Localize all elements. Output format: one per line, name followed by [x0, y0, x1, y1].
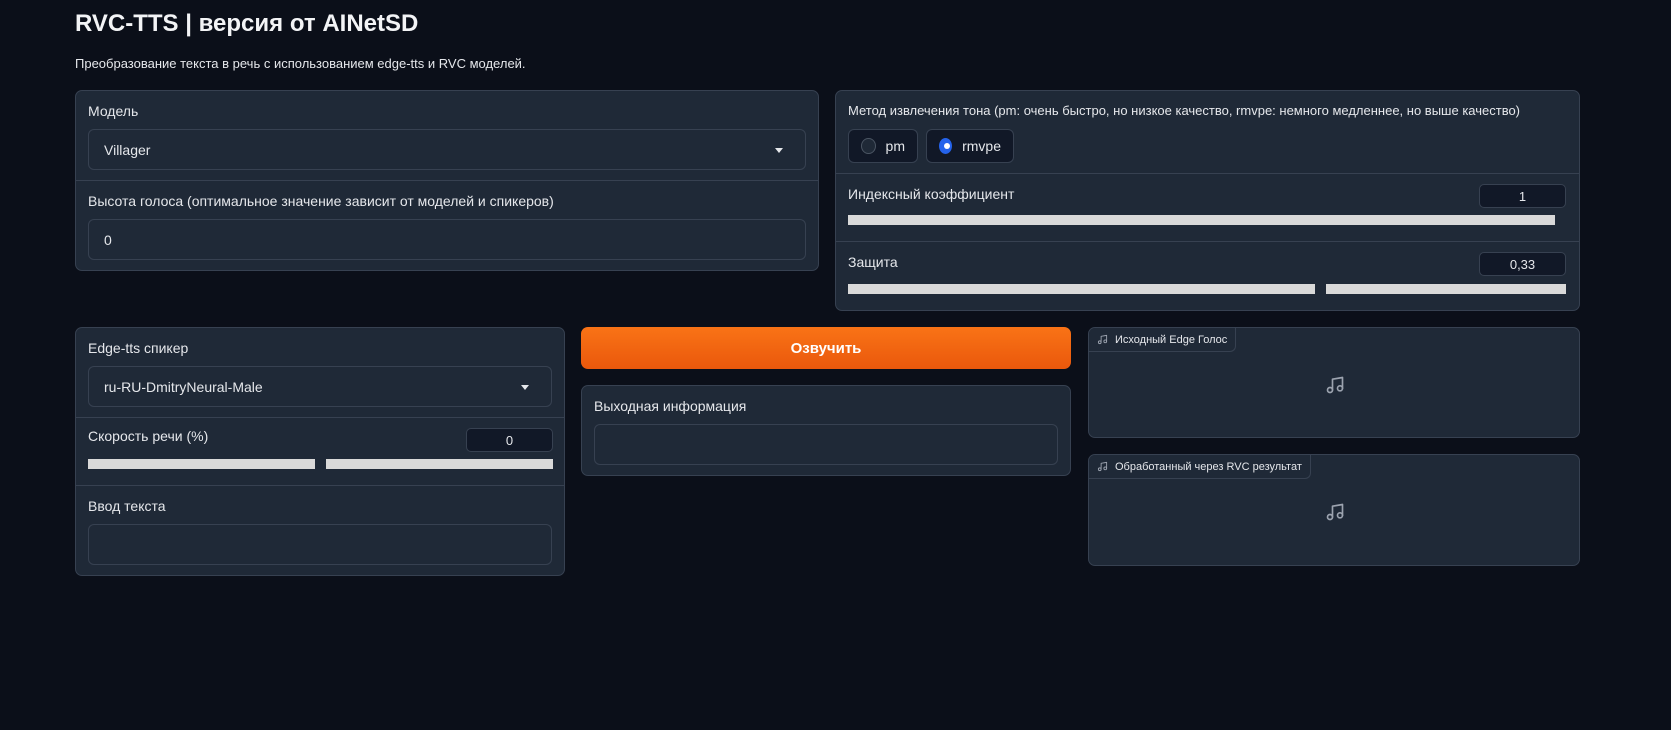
pitch-block: Высота голоса (оптимальное значение зави… — [76, 181, 818, 270]
speed-block: Скорость речи (%) 0 — [76, 418, 564, 486]
speaker-dropdown-value: ru-RU-DmitryNeural-Male — [104, 378, 263, 395]
speed-number-input[interactable]: 0 — [466, 428, 553, 452]
protect-block: Защита 0,33 — [836, 242, 1579, 310]
chevron-down-icon — [521, 385, 529, 390]
audio-edge-panel: Исходный Edge Голос — [1088, 327, 1580, 438]
radio-rmvpe-label: rmvpe — [962, 138, 1001, 154]
model-settings-panel: Модель Villager Высота голоса (оптимальн… — [75, 90, 819, 271]
audio-rvc-panel: Обработанный через RVC результат — [1088, 454, 1580, 566]
output-info-label: Выходная информация — [594, 398, 747, 414]
protect-slider-remaining[interactable] — [1326, 284, 1566, 294]
protect-label: Защита — [848, 254, 898, 270]
radio-pm[interactable]: pm — [848, 129, 918, 163]
chevron-down-icon — [775, 148, 783, 153]
audio-edge-label: Исходный Edge Голос — [1115, 333, 1228, 346]
music-note-icon — [1097, 334, 1108, 345]
audio-rvc-tag: Обработанный через RVC результат — [1089, 455, 1311, 479]
protect-slider-filled[interactable] — [848, 284, 1315, 294]
text-input-block: Ввод текста — [76, 486, 564, 575]
output-info-field[interactable] — [594, 424, 1058, 465]
speaker-label: Edge-tts спикер — [88, 340, 189, 356]
speed-slider-filled[interactable] — [88, 459, 315, 469]
speed-label: Скорость речи (%) — [88, 428, 209, 444]
page-subtitle: Преобразование текста в речь с использов… — [75, 56, 526, 71]
output-info-panel: Выходная информация — [581, 385, 1071, 476]
tts-input-panel: Edge-tts спикер ru-RU-DmitryNeural-Male … — [75, 327, 565, 576]
index-rate-slider[interactable] — [848, 215, 1555, 225]
speaker-dropdown[interactable]: ru-RU-DmitryNeural-Male — [88, 366, 552, 407]
radio-pm-indicator[interactable] — [861, 138, 876, 154]
pitch-label: Высота голоса (оптимальное значение зави… — [88, 193, 554, 209]
model-label: Модель — [88, 103, 139, 119]
index-rate-label: Индексный коэффициент — [848, 186, 1015, 202]
music-note-icon — [1326, 376, 1344, 394]
page-title: RVC-TTS | версия от AINetSD — [75, 10, 419, 37]
f0-method-label: Метод извлечения тона (pm: очень быстро,… — [848, 103, 1521, 118]
convert-button[interactable]: Озвучить — [581, 327, 1071, 369]
protect-number-input[interactable]: 0,33 — [1479, 252, 1566, 276]
music-note-icon — [1097, 461, 1108, 472]
model-dropdown[interactable]: Villager — [88, 129, 806, 170]
radio-rmvpe-indicator[interactable] — [939, 138, 953, 154]
music-note-icon — [1326, 503, 1344, 521]
text-input-field[interactable] — [88, 524, 552, 565]
index-rate-block: Индексный коэффициент 1 — [836, 174, 1579, 242]
model-dropdown-value: Villager — [104, 141, 151, 158]
model-block: Модель Villager — [76, 91, 818, 181]
text-input-label: Ввод текста — [88, 498, 166, 514]
pitch-input[interactable]: 0 — [88, 219, 806, 260]
speed-slider-remaining[interactable] — [326, 459, 553, 469]
pitch-extraction-panel: Метод извлечения тона (pm: очень быстро,… — [835, 90, 1580, 311]
f0-method-block: Метод извлечения тона (pm: очень быстро,… — [836, 91, 1579, 174]
audio-edge-tag: Исходный Edge Голос — [1089, 328, 1237, 352]
speaker-block: Edge-tts спикер ru-RU-DmitryNeural-Male — [76, 328, 564, 418]
index-rate-number-input[interactable]: 1 — [1479, 184, 1566, 208]
radio-pm-label: pm — [885, 138, 905, 154]
audio-rvc-label: Обработанный через RVC результат — [1115, 460, 1302, 473]
radio-rmvpe[interactable]: rmvpe — [926, 129, 1014, 163]
